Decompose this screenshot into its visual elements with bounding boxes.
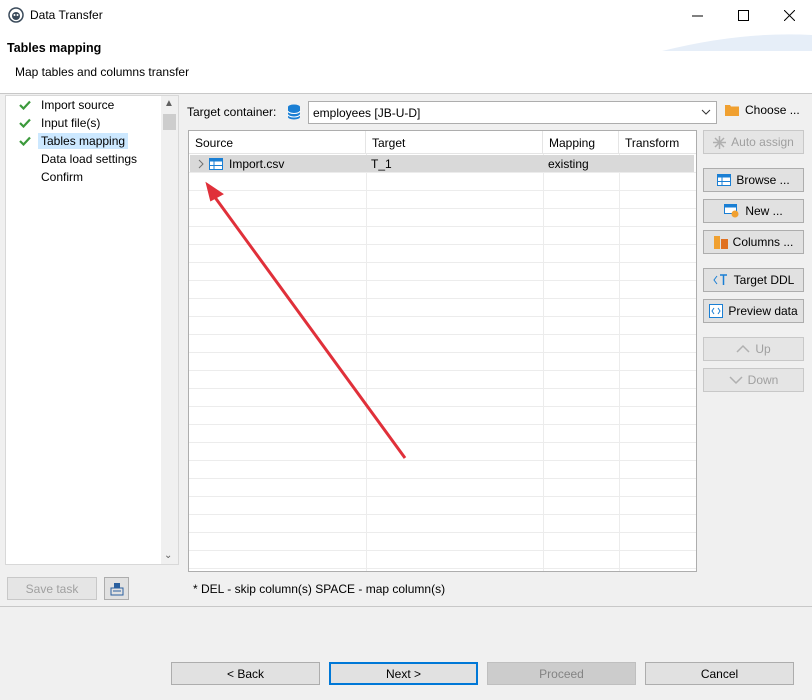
preview-icon bbox=[709, 304, 724, 318]
title-bar: Data Transfer bbox=[0, 0, 812, 31]
dbeaver-app-icon bbox=[8, 7, 24, 23]
save-task-label: Save task bbox=[25, 581, 79, 596]
database-icon bbox=[287, 104, 301, 120]
check-icon bbox=[18, 134, 32, 148]
target-ddl-button[interactable]: Target DDL bbox=[703, 268, 804, 292]
back-label: < Back bbox=[226, 666, 265, 681]
page-subtitle: Map tables and columns transfer bbox=[15, 65, 190, 79]
window-title: Data Transfer bbox=[30, 8, 103, 22]
next-label: Next > bbox=[385, 666, 421, 681]
wizard-header: Tables mapping Map tables and columns tr… bbox=[0, 31, 812, 94]
auto-assign-icon bbox=[713, 135, 727, 149]
scroll-down-icon[interactable]: ⌄ bbox=[164, 550, 172, 561]
columns-button[interactable]: Columns ... bbox=[703, 230, 804, 254]
step-label: Confirm bbox=[41, 170, 84, 184]
step-label: Import source bbox=[41, 98, 115, 112]
proceed-button[interactable]: Proceed bbox=[487, 662, 636, 685]
footer-separator bbox=[0, 606, 812, 607]
up-label: Up bbox=[755, 342, 771, 356]
scroll-thumb[interactable] bbox=[163, 114, 176, 130]
task-config-button[interactable] bbox=[104, 577, 129, 600]
preview-data-label: Preview data bbox=[728, 304, 798, 318]
scroll-up-icon[interactable]: ▲ bbox=[164, 98, 174, 109]
cancel-button[interactable]: Cancel bbox=[645, 662, 794, 685]
step-input-files[interactable]: Input file(s) bbox=[18, 114, 100, 132]
expand-chevron-icon[interactable] bbox=[197, 155, 205, 172]
target-container-label: Target container: bbox=[187, 105, 277, 119]
step-label: Data load settings bbox=[41, 152, 138, 166]
browse-label: Browse ... bbox=[736, 173, 790, 187]
new-button[interactable]: New ... bbox=[703, 199, 804, 223]
table-header: Source Target Mapping Transform bbox=[189, 131, 696, 154]
table-icon bbox=[209, 155, 223, 172]
minimize-icon bbox=[691, 15, 703, 17]
choose-container-button[interactable]: Choose ... bbox=[725, 103, 800, 117]
step-tables-mapping[interactable]: Tables mapping bbox=[18, 132, 129, 150]
next-button[interactable]: Next > bbox=[329, 662, 478, 685]
mapping-table[interactable]: Source Target Mapping Transform Import.c… bbox=[188, 130, 697, 572]
chevron-down-icon bbox=[729, 375, 743, 385]
close-icon bbox=[783, 10, 795, 21]
ddl-icon bbox=[713, 274, 729, 286]
browse-button[interactable]: Browse ... bbox=[703, 168, 804, 192]
save-task-button[interactable]: Save task bbox=[7, 577, 97, 600]
column-header-target[interactable]: Target bbox=[366, 131, 543, 154]
column-header-source[interactable]: Source bbox=[189, 131, 366, 154]
maximize-button[interactable] bbox=[720, 0, 766, 31]
step-import-source[interactable]: Import source bbox=[18, 96, 114, 114]
wizard-steps: Import source Input file(s) Tables mappi… bbox=[5, 95, 179, 565]
target-cell[interactable]: T_1 bbox=[371, 155, 392, 172]
target-container-value: employees [JB-U-D] bbox=[313, 105, 421, 120]
step-confirm[interactable]: Confirm bbox=[18, 168, 83, 186]
header-decoration bbox=[662, 34, 812, 51]
column-header-mapping[interactable]: Mapping bbox=[543, 131, 619, 154]
new-label: New ... bbox=[745, 204, 783, 218]
steps-scrollbar[interactable]: ▲ ⌄ bbox=[161, 96, 178, 564]
up-button[interactable]: Up bbox=[703, 337, 804, 361]
columns-icon bbox=[713, 235, 728, 249]
page-title: Tables mapping bbox=[7, 41, 102, 55]
folder-icon bbox=[725, 105, 739, 116]
mapping-cell[interactable]: existing bbox=[548, 155, 589, 172]
step-data-load-settings[interactable]: Data load settings bbox=[18, 150, 137, 168]
back-button[interactable]: < Back bbox=[171, 662, 320, 685]
columns-label: Columns ... bbox=[732, 235, 794, 249]
chevron-down-icon bbox=[701, 109, 711, 115]
down-label: Down bbox=[747, 373, 779, 387]
choose-label: Choose ... bbox=[745, 103, 800, 117]
auto-assign-button[interactable]: Auto assign bbox=[703, 130, 804, 154]
cancel-label: Cancel bbox=[700, 666, 739, 681]
maximize-icon bbox=[737, 10, 749, 21]
auto-assign-label: Auto assign bbox=[731, 135, 794, 149]
close-button[interactable] bbox=[766, 0, 812, 31]
check-icon bbox=[18, 98, 32, 112]
new-table-icon bbox=[724, 204, 740, 218]
preview-data-button[interactable]: Preview data bbox=[703, 299, 804, 323]
step-label: Input file(s) bbox=[41, 116, 101, 130]
chevron-up-icon bbox=[736, 344, 750, 354]
proceed-label: Proceed bbox=[539, 666, 584, 681]
target-container-select[interactable]: employees [JB-U-D] bbox=[308, 101, 717, 124]
minimize-button[interactable] bbox=[674, 0, 720, 31]
keyboard-hint: * DEL - skip column(s) SPACE - map colum… bbox=[193, 582, 446, 596]
check-icon bbox=[18, 116, 32, 130]
table-icon bbox=[717, 174, 732, 186]
column-header-transform[interactable]: Transform bbox=[619, 131, 696, 154]
source-cell: Import.csv bbox=[229, 156, 285, 171]
task-icon bbox=[110, 582, 123, 595]
down-button[interactable]: Down bbox=[703, 368, 804, 392]
step-label: Tables mapping bbox=[38, 133, 129, 149]
target-ddl-label: Target DDL bbox=[733, 273, 795, 287]
